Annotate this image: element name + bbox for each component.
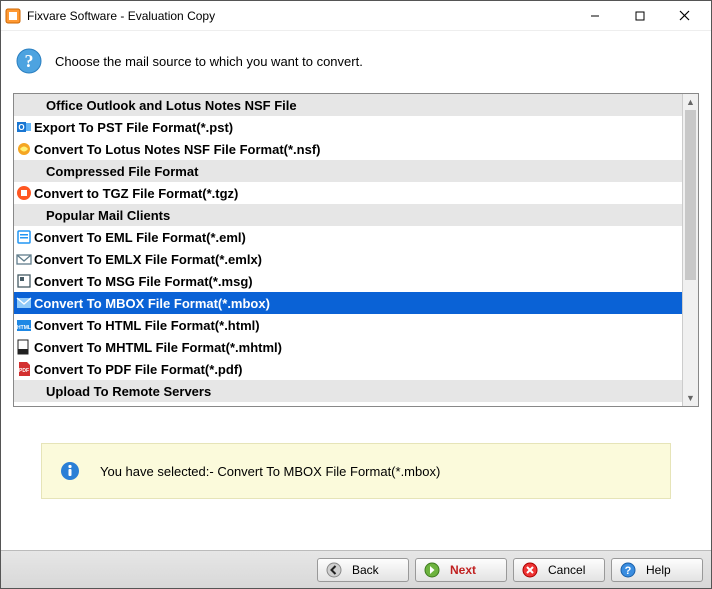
item-label: Convert To EMLX File Format(*.emlx) bbox=[34, 252, 262, 267]
item-label: Export To PST File Format(*.pst) bbox=[34, 120, 233, 135]
group-label: Popular Mail Clients bbox=[46, 208, 170, 223]
next-arrow-icon bbox=[424, 562, 440, 578]
group-label: Compressed File Format bbox=[46, 164, 198, 179]
scroll-up-arrow[interactable]: ▲ bbox=[683, 94, 698, 110]
maximize-button[interactable] bbox=[617, 2, 662, 30]
svg-text:HTML: HTML bbox=[17, 325, 31, 331]
app-window: Fixvare Software - Evaluation Copy ? Cho… bbox=[0, 0, 712, 589]
list-item[interactable]: Convert To EMLX File Format(*.emlx) bbox=[14, 248, 682, 270]
item-label: Convert To Lotus Notes NSF File Format(*… bbox=[34, 142, 321, 157]
cancel-icon bbox=[522, 562, 538, 578]
eml-icon bbox=[16, 229, 32, 245]
scroll-down-arrow[interactable]: ▼ bbox=[683, 390, 698, 406]
group-label: Office Outlook and Lotus Notes NSF File bbox=[46, 98, 297, 113]
list-item[interactable]: HTMLConvert To HTML File Format(*.html) bbox=[14, 314, 682, 336]
window-title: Fixvare Software - Evaluation Copy bbox=[27, 9, 572, 23]
emlx-icon bbox=[16, 251, 32, 267]
help-label: Help bbox=[646, 563, 671, 577]
list-item[interactable]: O Export To PST File Format(*.pst) bbox=[14, 116, 682, 138]
list-item[interactable]: PDF Convert To PDF File Format(*.pdf) bbox=[14, 358, 682, 380]
back-button[interactable]: Back bbox=[317, 558, 409, 582]
status-panel: You have selected:- Convert To MBOX File… bbox=[41, 443, 671, 499]
question-icon: ? bbox=[15, 47, 43, 75]
back-label: Back bbox=[352, 563, 379, 577]
tgz-icon bbox=[16, 185, 32, 201]
svg-text:?: ? bbox=[25, 51, 34, 71]
mhtml-icon bbox=[16, 339, 32, 355]
group-label: Upload To Remote Servers bbox=[46, 384, 211, 399]
next-label: Next bbox=[450, 563, 476, 577]
header-prompt: Choose the mail source to which you want… bbox=[55, 54, 363, 69]
info-icon bbox=[60, 461, 80, 481]
app-icon bbox=[5, 8, 21, 24]
item-label: Convert To EML File Format(*.eml) bbox=[34, 230, 246, 245]
help-icon: ? bbox=[620, 562, 636, 578]
list-group-header: Office Outlook and Lotus Notes NSF File bbox=[14, 94, 682, 116]
next-button[interactable]: Next bbox=[415, 558, 507, 582]
svg-text:?: ? bbox=[625, 565, 632, 577]
item-label: Convert to TGZ File Format(*.tgz) bbox=[34, 186, 238, 201]
notes-icon bbox=[16, 141, 32, 157]
svg-text:O: O bbox=[18, 123, 24, 132]
item-label: Convert To HTML File Format(*.html) bbox=[34, 318, 260, 333]
cancel-button[interactable]: Cancel bbox=[513, 558, 605, 582]
minimize-button[interactable] bbox=[572, 2, 617, 30]
list-item[interactable]: Convert to TGZ File Format(*.tgz) bbox=[14, 182, 682, 204]
footer: Back Next Cancel ? Help bbox=[1, 550, 711, 588]
html-icon: HTML bbox=[16, 317, 32, 333]
list-group-header: Compressed File Format bbox=[14, 160, 682, 182]
msg-icon bbox=[16, 273, 32, 289]
help-button[interactable]: ? Help bbox=[611, 558, 703, 582]
list-group-header: Popular Mail Clients bbox=[14, 204, 682, 226]
scrollbar[interactable]: ▲ ▼ bbox=[682, 94, 698, 406]
scroll-thumb[interactable] bbox=[685, 110, 696, 280]
format-list: Office Outlook and Lotus Notes NSF File O… bbox=[13, 93, 699, 407]
list-item[interactable]: Convert To MSG File Format(*.msg) bbox=[14, 270, 682, 292]
status-text: You have selected:- Convert To MBOX File… bbox=[100, 464, 440, 479]
outlook-icon: O bbox=[16, 119, 32, 135]
close-button[interactable] bbox=[662, 2, 707, 30]
titlebar: Fixvare Software - Evaluation Copy bbox=[1, 1, 711, 31]
list-item[interactable]: Convert To Lotus Notes NSF File Format(*… bbox=[14, 138, 682, 160]
pdf-icon: PDF bbox=[16, 361, 32, 377]
item-label: Convert To MBOX File Format(*.mbox) bbox=[34, 296, 270, 311]
list-item[interactable]: Convert To MHTML File Format(*.mhtml) bbox=[14, 336, 682, 358]
cancel-label: Cancel bbox=[548, 563, 585, 577]
list-item[interactable]: Convert To MBOX File Format(*.mbox) bbox=[14, 292, 682, 314]
list-item[interactable]: Convert To EML File Format(*.eml) bbox=[14, 226, 682, 248]
list-group-header: Upload To Remote Servers bbox=[14, 380, 682, 402]
mbox-icon bbox=[16, 295, 32, 311]
item-label: Convert To MHTML File Format(*.mhtml) bbox=[34, 340, 282, 355]
header: ? Choose the mail source to which you wa… bbox=[1, 31, 711, 93]
svg-text:PDF: PDF bbox=[19, 368, 29, 374]
back-arrow-icon bbox=[326, 562, 342, 578]
item-label: Convert To MSG File Format(*.msg) bbox=[34, 274, 253, 289]
item-label: Convert To PDF File Format(*.pdf) bbox=[34, 362, 242, 377]
